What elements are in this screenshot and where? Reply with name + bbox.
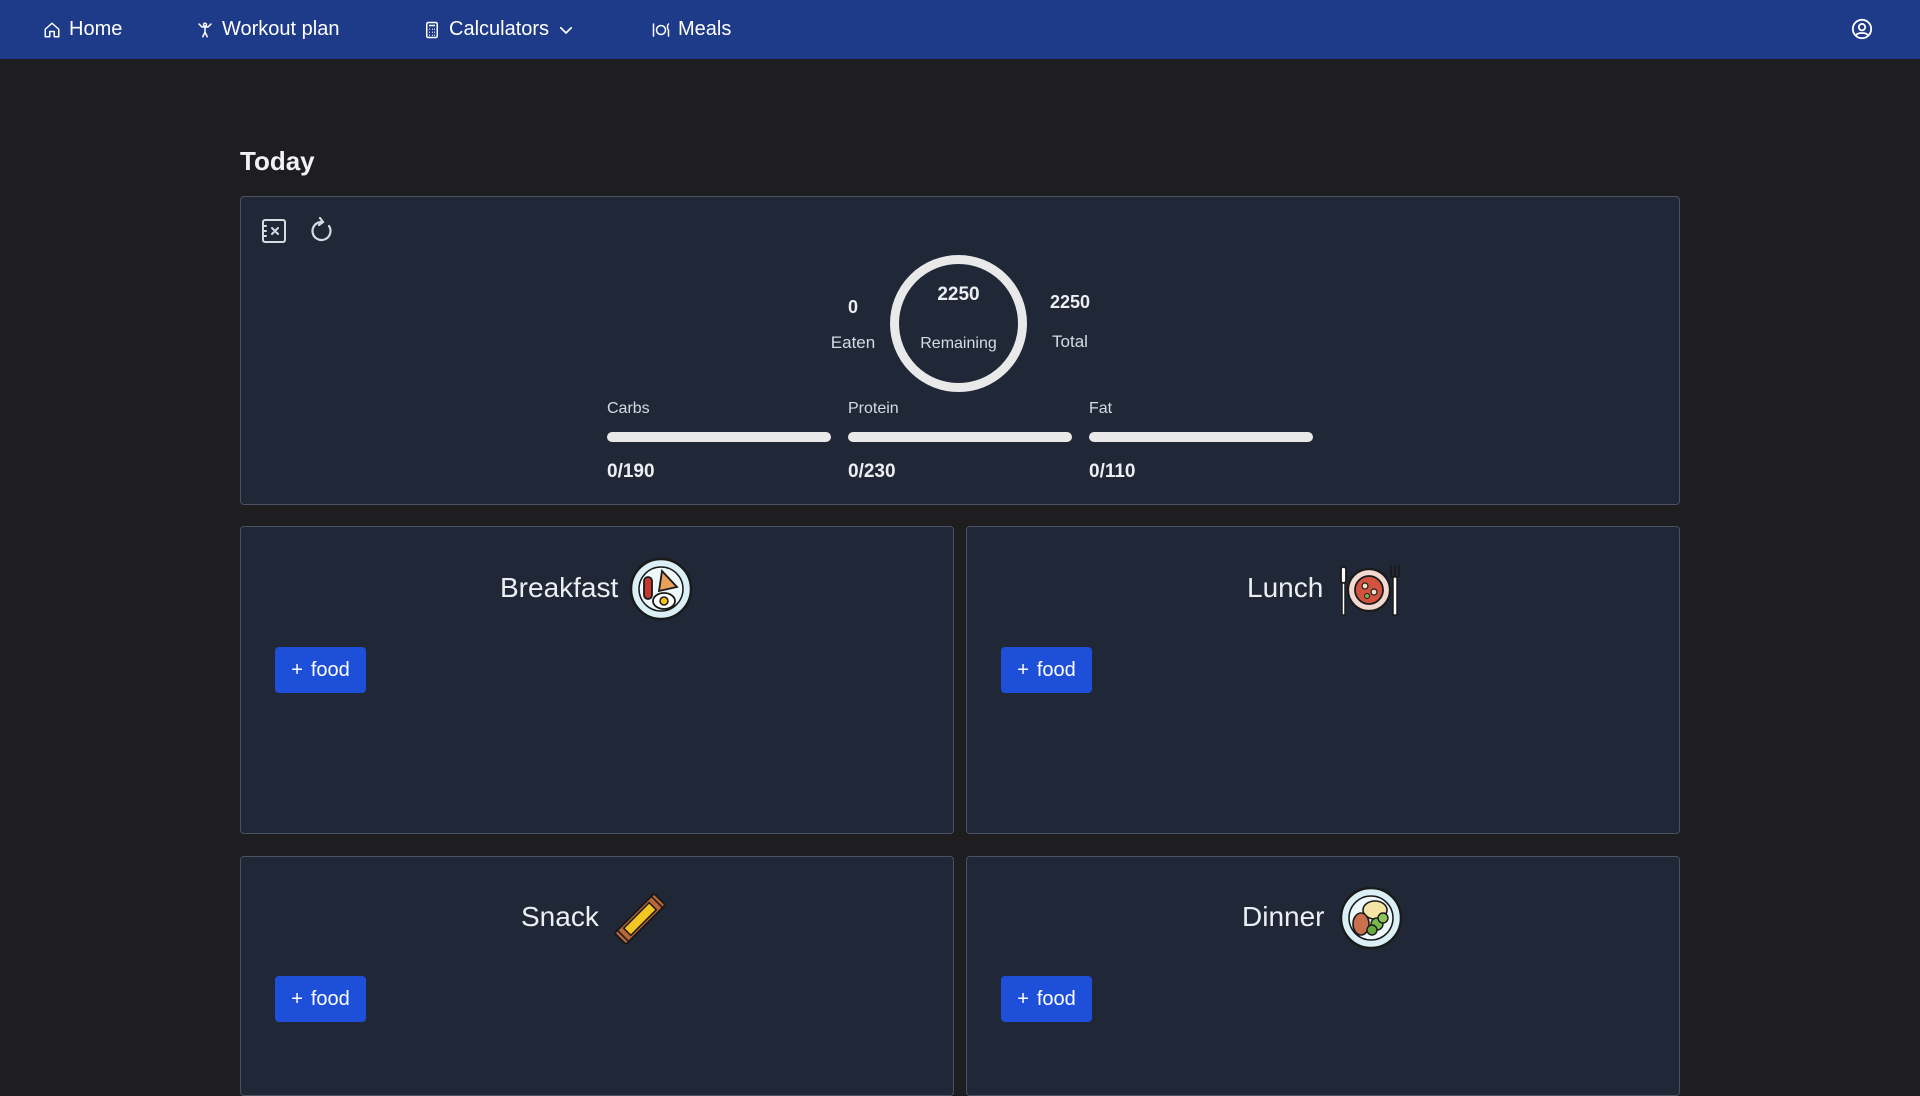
add-food-dinner-button[interactable]: + food xyxy=(1001,976,1092,1022)
carbs-value: 0/190 xyxy=(607,461,655,482)
carbs-label: Carbs xyxy=(607,400,650,417)
add-food-label: food xyxy=(1036,658,1076,681)
remaining-value: 2250 xyxy=(937,284,980,305)
protein-value: 0/230 xyxy=(848,461,896,482)
page-title: Today xyxy=(240,146,315,176)
add-food-label: food xyxy=(310,658,350,681)
add-food-label: food xyxy=(310,987,350,1010)
plate-cutlery-icon xyxy=(652,22,670,37)
plus-icon: + xyxy=(291,987,303,1010)
protein-progress-bar xyxy=(848,432,1072,442)
plus-icon: + xyxy=(1017,658,1029,681)
remaining-label: Remaining xyxy=(920,335,997,352)
lunch-plate-icon xyxy=(1340,565,1400,616)
lunch-title: Lunch xyxy=(1247,572,1324,603)
carbs-progress-bar xyxy=(607,432,831,442)
nav-workout-plan[interactable]: Workout plan xyxy=(196,0,339,59)
breakfast-plate-icon xyxy=(629,557,693,621)
add-food-lunch-button[interactable]: + food xyxy=(1001,647,1092,693)
fat-label: Fat xyxy=(1089,400,1113,417)
nav-home-label: Home xyxy=(69,18,123,40)
eaten-value: 0 xyxy=(847,297,858,317)
refresh-button[interactable] xyxy=(308,216,336,245)
add-food-snack-button[interactable]: + food xyxy=(275,976,366,1022)
fat-progress-bar xyxy=(1089,432,1313,442)
add-food-label: food xyxy=(1036,987,1076,1010)
total-label: Total xyxy=(1052,332,1088,351)
nav-meals[interactable]: Meals xyxy=(652,0,731,59)
calculator-icon xyxy=(426,21,438,38)
total-value: 2250 xyxy=(1049,292,1091,312)
nav-meals-label: Meals xyxy=(678,18,732,40)
snack-bar-icon xyxy=(614,893,666,945)
dumbbell-person-icon xyxy=(198,22,212,37)
dinner-title: Dinner xyxy=(1242,901,1325,932)
nav-calculators-dropdown[interactable]: Calculators xyxy=(423,0,575,59)
top-navbar: Home Workout plan Calculators Meals xyxy=(0,0,1920,59)
clear-list-icon xyxy=(262,219,286,243)
add-food-breakfast-button[interactable]: + food xyxy=(275,647,366,693)
home-icon xyxy=(44,22,60,37)
dinner-plate-icon xyxy=(1339,886,1403,950)
snack-title: Snack xyxy=(521,901,599,932)
user-profile-icon[interactable] xyxy=(1851,18,1873,40)
plus-icon: + xyxy=(1017,987,1029,1010)
plus-icon: + xyxy=(291,658,303,681)
protein-label: Protein xyxy=(848,400,899,417)
refresh-icon xyxy=(311,216,332,242)
nav-workout-label: Workout plan xyxy=(222,18,340,40)
clear-day-button[interactable] xyxy=(260,217,288,245)
breakfast-title: Breakfast xyxy=(500,572,619,603)
fat-value: 0/110 xyxy=(1089,461,1136,482)
nav-calculators-label: Calculators xyxy=(449,18,550,40)
chevron-down-icon xyxy=(559,26,573,34)
calorie-ring xyxy=(890,255,1027,392)
eaten-label: Eaten xyxy=(830,333,876,352)
nav-home[interactable]: Home xyxy=(43,0,122,59)
